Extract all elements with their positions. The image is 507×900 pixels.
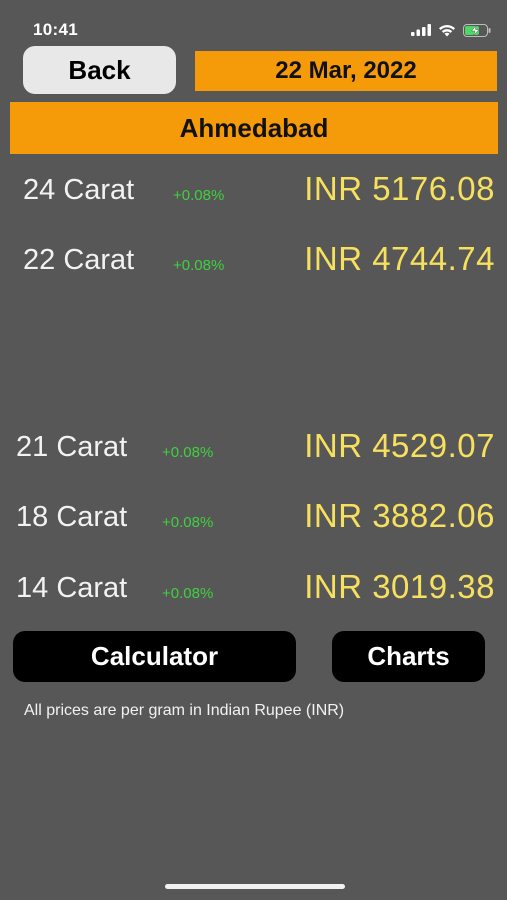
back-button[interactable]: Back bbox=[23, 46, 176, 94]
status-time: 10:41 bbox=[33, 20, 78, 39]
rate-row-24-carat: 24 Carat +0.08% INR 5176.08 bbox=[0, 170, 507, 214]
change-percent: +0.08% bbox=[162, 585, 214, 602]
rate-row-21-carat: 21 Carat +0.08% INR 4529.07 bbox=[0, 427, 507, 471]
price-value: INR 4744.74 bbox=[304, 240, 495, 277]
carat-label: 18 Carat bbox=[16, 501, 128, 533]
carat-label: 22 Carat bbox=[23, 244, 135, 276]
footnote: All prices are per gram in Indian Rupee … bbox=[24, 702, 345, 719]
price-value: INR 5176.08 bbox=[304, 170, 495, 207]
change-percent: +0.08% bbox=[162, 514, 214, 531]
status-bar: 10:41 bbox=[0, 0, 507, 44]
price-value: INR 3882.06 bbox=[304, 497, 495, 534]
home-indicator[interactable] bbox=[165, 884, 345, 889]
change-percent: +0.08% bbox=[162, 444, 214, 461]
battery-charging-icon bbox=[463, 23, 491, 37]
cellular-signal-icon bbox=[411, 24, 431, 36]
rate-row-22-carat: 22 Carat +0.08% INR 4744.74 bbox=[0, 240, 507, 284]
wifi-icon bbox=[439, 24, 455, 36]
calculator-button[interactable]: Calculator bbox=[13, 631, 296, 682]
change-percent: +0.08% bbox=[173, 187, 225, 204]
change-percent: +0.08% bbox=[173, 257, 225, 274]
status-icons bbox=[411, 22, 491, 38]
city-title: Ahmedabad bbox=[10, 102, 498, 154]
charts-button[interactable]: Charts bbox=[332, 631, 485, 682]
price-value: INR 3019.38 bbox=[304, 568, 495, 605]
rate-row-14-carat: 14 Carat +0.08% INR 3019.38 bbox=[0, 568, 507, 612]
rate-row-18-carat: 18 Carat +0.08% INR 3882.06 bbox=[0, 497, 507, 541]
carat-label: 14 Carat bbox=[16, 572, 128, 604]
price-value: INR 4529.07 bbox=[304, 427, 495, 464]
date-display: 22 Mar, 2022 bbox=[195, 51, 497, 91]
carat-label: 24 Carat bbox=[23, 174, 135, 206]
carat-label: 21 Carat bbox=[16, 431, 128, 463]
